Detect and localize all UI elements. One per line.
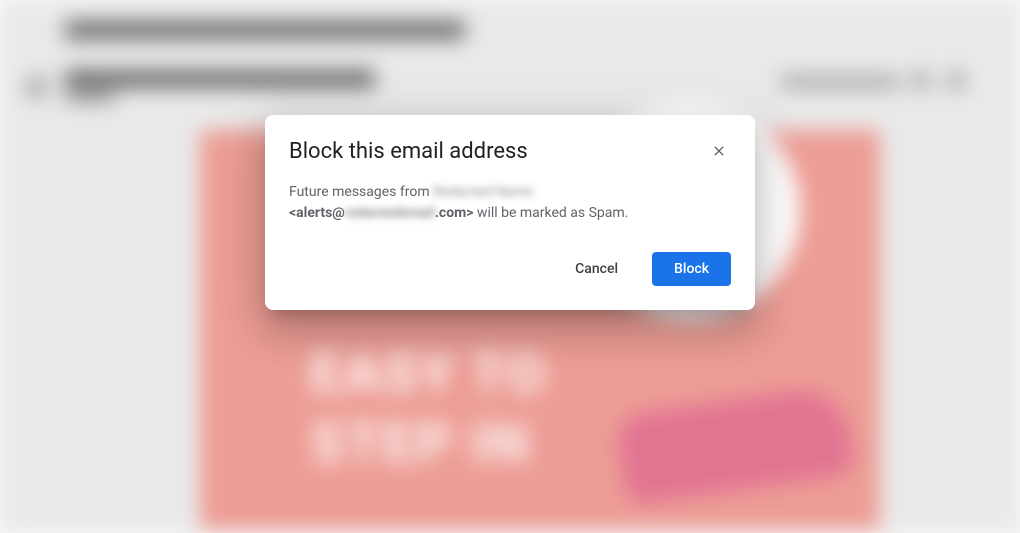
dialog-header: Block this email address xyxy=(289,139,731,164)
cancel-button[interactable]: Cancel xyxy=(553,252,640,286)
dialog-actions: Cancel Block xyxy=(289,252,731,286)
block-button[interactable]: Block xyxy=(652,252,731,286)
dialog-title: Block this email address xyxy=(289,139,528,164)
block-email-dialog: Block this email address Future messages… xyxy=(265,115,755,310)
message-suffix: will be marked as Spam. xyxy=(473,205,628,221)
email-domain-redacted: redactedemail xyxy=(345,203,435,224)
message-prefix: Future messages from xyxy=(289,184,433,200)
close-button[interactable] xyxy=(707,139,731,163)
sender-name-redacted: Redacted Name xyxy=(433,182,533,203)
email-suffix: .com> xyxy=(435,205,474,221)
close-icon xyxy=(711,142,727,160)
modal-overlay: Block this email address Future messages… xyxy=(0,0,1020,533)
dialog-message: Future messages from Redacted Name <aler… xyxy=(289,182,731,224)
email-prefix: <alerts@ xyxy=(289,205,345,221)
